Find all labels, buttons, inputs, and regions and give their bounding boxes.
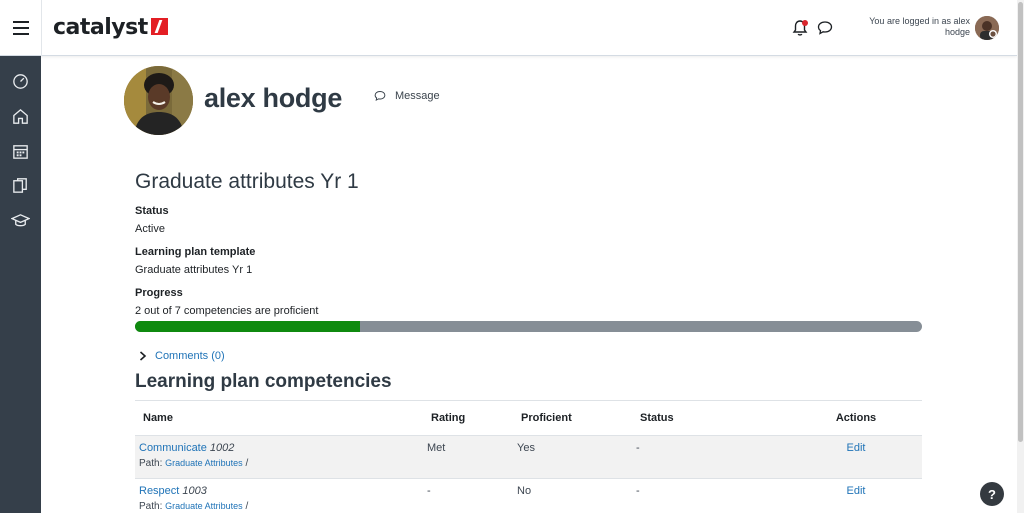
table-header-row: Name Rating Proficient Status Actions <box>135 400 922 436</box>
nav-divider <box>41 0 42 56</box>
profile-avatar <box>124 66 193 135</box>
home-icon[interactable] <box>11 107 30 126</box>
logged-in-as-text: You are logged in as alex hodge <box>869 16 970 37</box>
competency-path: Path: Graduate Attributes / <box>139 458 419 469</box>
files-icon[interactable] <box>11 176 30 195</box>
cell-actions: Edit <box>790 478 922 513</box>
template-label: Learning plan template <box>135 246 256 258</box>
template-value: Graduate attributes Yr 1 <box>135 264 253 276</box>
notification-badge <box>802 20 808 26</box>
chevron-right-icon <box>139 351 147 361</box>
plan-title: Graduate attributes Yr 1 <box>135 170 359 193</box>
edit-link[interactable]: Edit <box>847 442 866 454</box>
cell-status: - <box>632 478 790 513</box>
logo-text: catalyst <box>53 14 148 40</box>
table-row: Respect 1003 Path: Graduate Attributes /… <box>135 478 922 513</box>
path-separator: / <box>245 458 249 469</box>
path-prefix: Path: <box>139 458 163 469</box>
message-label: Message <box>395 90 440 102</box>
competency-link[interactable]: Respect <box>139 485 179 497</box>
competency-idnumber: 1002 <box>209 442 235 454</box>
dashboard-icon[interactable] <box>11 72 30 91</box>
status-value: Active <box>135 223 165 235</box>
help-button[interactable]: ? <box>980 482 1004 506</box>
progress-text: 2 out of 7 competencies are proficient <box>135 305 319 317</box>
col-header-actions: Actions <box>790 400 922 436</box>
cell-proficient: No <box>513 478 632 513</box>
avatar-image-icon <box>975 16 999 40</box>
path-framework-link[interactable]: Graduate Attributes <box>165 458 243 468</box>
page-scrollbar[interactable] <box>1017 0 1024 513</box>
cell-rating: Met <box>423 435 513 479</box>
profile-photo-icon <box>124 66 193 135</box>
path-separator: / <box>245 501 249 512</box>
table-row: Communicate 1002 Path: Graduate Attribut… <box>135 435 922 479</box>
progress-bar-fill <box>135 321 360 332</box>
hamburger-menu-button[interactable] <box>0 0 41 56</box>
comments-toggle[interactable]: Comments (0) <box>139 350 225 362</box>
edit-link[interactable]: Edit <box>847 485 866 497</box>
messages-icon[interactable] <box>817 20 833 36</box>
cell-name: Respect 1003 Path: Graduate Attributes / <box>135 478 423 513</box>
competencies-title: Learning plan competencies <box>135 371 392 392</box>
logo-mark-icon <box>150 17 168 35</box>
hamburger-icon <box>12 21 29 35</box>
path-framework-link[interactable]: Graduate Attributes <box>165 501 243 511</box>
scrollbar-thumb[interactable] <box>1018 2 1023 442</box>
col-header-proficient[interactable]: Proficient <box>513 400 632 436</box>
top-navbar: catalyst You are logged in as alex hodge <box>0 0 1017 56</box>
site-logo[interactable]: catalyst <box>53 13 168 41</box>
message-icon <box>374 91 386 102</box>
competency-idnumber: 1003 <box>182 485 207 497</box>
calendar-icon[interactable] <box>11 142 30 161</box>
col-header-status[interactable]: Status <box>632 400 790 436</box>
status-label: Status <box>135 205 169 217</box>
competency-link[interactable]: Communicate <box>139 442 207 454</box>
comments-link[interactable]: Comments (0) <box>155 350 225 362</box>
profile-name: alex hodge <box>204 83 343 113</box>
competencies-table: Name Rating Proficient Status Actions Co… <box>135 400 922 513</box>
col-header-rating[interactable]: Rating <box>423 400 513 436</box>
cell-name: Communicate 1002 Path: Graduate Attribut… <box>135 435 423 479</box>
cell-actions: Edit <box>790 435 922 479</box>
side-drawer <box>0 56 41 513</box>
cell-status: - <box>632 435 790 479</box>
cell-proficient: Yes <box>513 435 632 479</box>
progress-label: Progress <box>135 287 183 299</box>
path-prefix: Path: <box>139 501 163 512</box>
progress-bar-track <box>135 321 922 332</box>
graduation-cap-icon[interactable] <box>11 211 30 230</box>
cell-rating: - <box>423 478 513 513</box>
message-button[interactable]: Message <box>374 90 440 102</box>
competency-path: Path: Graduate Attributes / <box>139 501 419 512</box>
col-header-name[interactable]: Name <box>135 400 423 436</box>
user-menu-avatar[interactable] <box>975 16 999 40</box>
